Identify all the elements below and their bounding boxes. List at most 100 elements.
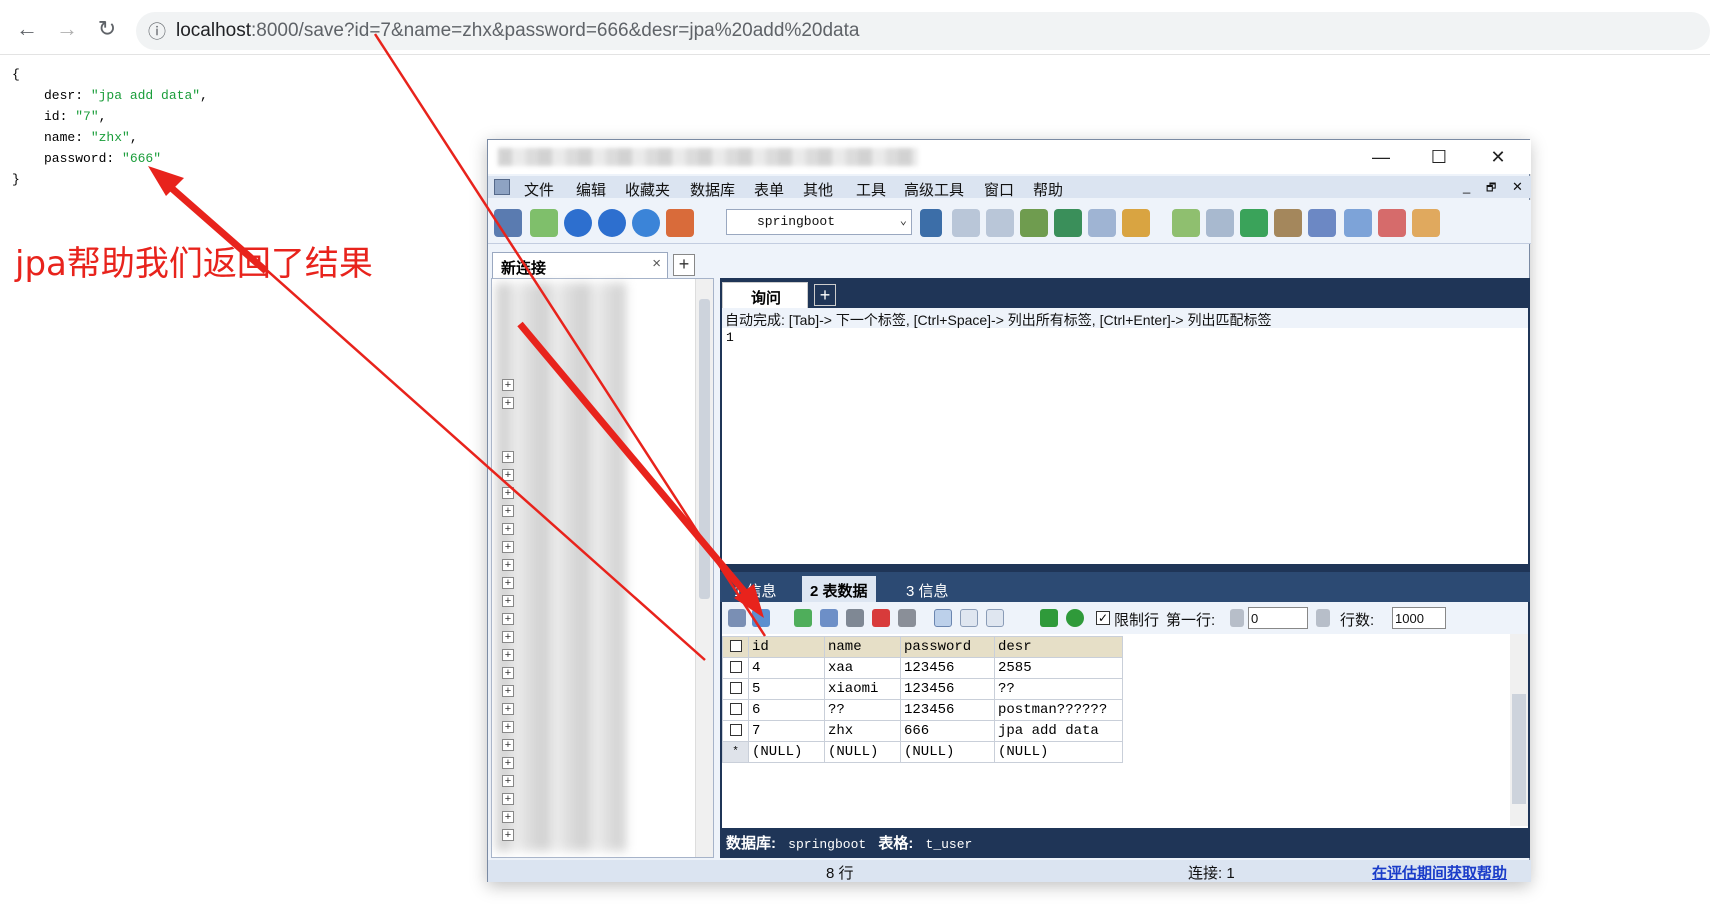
export-green-icon[interactable]: [1054, 209, 1082, 237]
menu-database[interactable]: 数据库: [690, 179, 735, 200]
transfer-icon[interactable]: [1274, 209, 1302, 237]
cell-id[interactable]: 4: [748, 657, 825, 679]
add-tab-button[interactable]: +: [673, 254, 695, 276]
form-view-icon[interactable]: [960, 609, 978, 627]
cell-desr[interactable]: (NULL): [994, 741, 1123, 763]
prev-icon[interactable]: [1230, 609, 1244, 627]
menu-edit[interactable]: 编辑: [576, 179, 606, 200]
tree-expander[interactable]: +: [502, 775, 514, 787]
save-icon[interactable]: [846, 609, 864, 627]
help-link[interactable]: 在评估期间获取帮助: [1372, 862, 1507, 883]
cell-desr[interactable]: 2585: [994, 657, 1123, 679]
site-info-icon[interactable]: ⓘ: [148, 18, 166, 44]
row-checkbox[interactable]: [722, 699, 749, 721]
cell-name[interactable]: zhx: [824, 720, 901, 742]
first-row-input[interactable]: 0: [1248, 607, 1308, 629]
tree-expander[interactable]: +: [502, 451, 514, 463]
tree-expander[interactable]: +: [502, 667, 514, 679]
tree-expander[interactable]: +: [502, 397, 514, 409]
inner-close-icon[interactable]: ✕: [1512, 179, 1523, 195]
menu-help[interactable]: 帮助: [1033, 179, 1063, 200]
cell-id[interactable]: 7: [748, 720, 825, 742]
tab-table-data[interactable]: 2 表数据: [802, 576, 876, 602]
tree-expander[interactable]: +: [502, 523, 514, 535]
connection-icon[interactable]: [494, 209, 522, 237]
refresh-row-icon[interactable]: [820, 609, 838, 627]
reload-icon[interactable]: ↻: [92, 14, 122, 44]
cell-id[interactable]: 5: [748, 678, 825, 700]
tree-expander[interactable]: +: [502, 487, 514, 499]
chart-icon[interactable]: [1122, 209, 1150, 237]
tree-expander[interactable]: +: [502, 757, 514, 769]
scrollbar-thumb[interactable]: [699, 299, 710, 599]
connection-tree[interactable]: + + + + + + + + + + + + + + + + + + + + …: [491, 278, 714, 858]
cell-password[interactable]: (NULL): [900, 741, 995, 763]
delete-icon[interactable]: [872, 609, 890, 627]
tree-expander[interactable]: +: [502, 577, 514, 589]
tree-expander[interactable]: +: [502, 379, 514, 391]
grid-icon[interactable]: [728, 609, 746, 627]
scrollbar-thumb[interactable]: [1512, 694, 1526, 804]
cell-desr[interactable]: ??: [994, 678, 1123, 700]
cell-name[interactable]: (NULL): [824, 741, 901, 763]
text-view-icon[interactable]: [986, 609, 1004, 627]
filter-icon[interactable]: [1040, 609, 1058, 627]
user-icon[interactable]: [920, 209, 942, 237]
cell-name[interactable]: xaa: [824, 657, 901, 679]
play-icon[interactable]: [564, 209, 592, 237]
tree-expander[interactable]: +: [502, 469, 514, 481]
forward-icon[interactable]: →: [52, 14, 82, 44]
table-row[interactable]: 7 zhx 666 jpa add data: [722, 720, 1123, 742]
cell-desr[interactable]: postman??????: [994, 699, 1123, 721]
export-icon[interactable]: [632, 209, 660, 237]
maximize-icon[interactable]: ☐: [1416, 144, 1462, 170]
cell-name[interactable]: ??: [824, 699, 901, 721]
monitor-icon[interactable]: [1344, 209, 1372, 237]
table-row[interactable]: 5 xiaomi 123456 ??: [722, 678, 1123, 700]
db-upload-icon[interactable]: [986, 209, 1014, 237]
sync-icon[interactable]: [1240, 209, 1268, 237]
column-header-id[interactable]: id: [748, 636, 825, 658]
tree-expander[interactable]: +: [502, 703, 514, 715]
database-select[interactable]: springboot ⌄: [726, 209, 912, 235]
tree-expander[interactable]: +: [502, 649, 514, 661]
table-row-new[interactable]: * (NULL) (NULL) (NULL) (NULL): [722, 741, 1123, 763]
menu-favorites[interactable]: 收藏夹: [625, 179, 670, 200]
import-icon[interactable]: [1020, 209, 1048, 237]
tree-expander[interactable]: +: [502, 829, 514, 841]
tree-expander[interactable]: +: [502, 541, 514, 553]
row-checkbox[interactable]: [722, 678, 749, 700]
restore-icon[interactable]: [1206, 209, 1234, 237]
tree-expander[interactable]: +: [502, 559, 514, 571]
tab-info-1[interactable]: 1 信息: [726, 576, 785, 602]
grid-scrollbar[interactable]: [1510, 634, 1528, 826]
tree-expander[interactable]: +: [502, 505, 514, 517]
model-icon[interactable]: [1412, 209, 1440, 237]
table-row[interactable]: 4 xaa 123456 2585: [722, 657, 1123, 679]
app-menu-icon[interactable]: [494, 179, 510, 195]
inner-minimize-icon[interactable]: _: [1463, 179, 1470, 194]
sql-editor[interactable]: 自动完成: [Tab]-> 下一个标签, [Ctrl+Space]-> 列出所有…: [722, 308, 1528, 564]
table-icon[interactable]: [1088, 209, 1116, 237]
stop-icon[interactable]: [898, 609, 916, 627]
new-query-icon[interactable]: [530, 209, 558, 237]
plugin-icon[interactable]: [666, 209, 694, 237]
grid-view-icon[interactable]: [934, 609, 952, 627]
tab-info-3[interactable]: 3 信息: [898, 576, 957, 602]
select-all-checkbox[interactable]: [722, 636, 749, 658]
back-icon[interactable]: ←: [12, 14, 42, 44]
backup-icon[interactable]: [1172, 209, 1200, 237]
tab-query[interactable]: 询问: [722, 282, 808, 308]
db-add-icon[interactable]: [952, 209, 980, 237]
tree-expander[interactable]: +: [502, 721, 514, 733]
tree-expander[interactable]: +: [502, 793, 514, 805]
cell-password[interactable]: 123456: [900, 657, 995, 679]
tree-scrollbar[interactable]: [695, 279, 713, 857]
fast-forward-icon[interactable]: [598, 209, 626, 237]
tree-expander[interactable]: +: [502, 595, 514, 607]
limit-checkbox[interactable]: ✓: [1096, 611, 1110, 625]
column-header-password[interactable]: password: [900, 636, 995, 658]
next-icon[interactable]: [1316, 609, 1330, 627]
refresh-icon[interactable]: [1066, 609, 1084, 627]
add-query-tab-button[interactable]: +: [814, 284, 836, 306]
